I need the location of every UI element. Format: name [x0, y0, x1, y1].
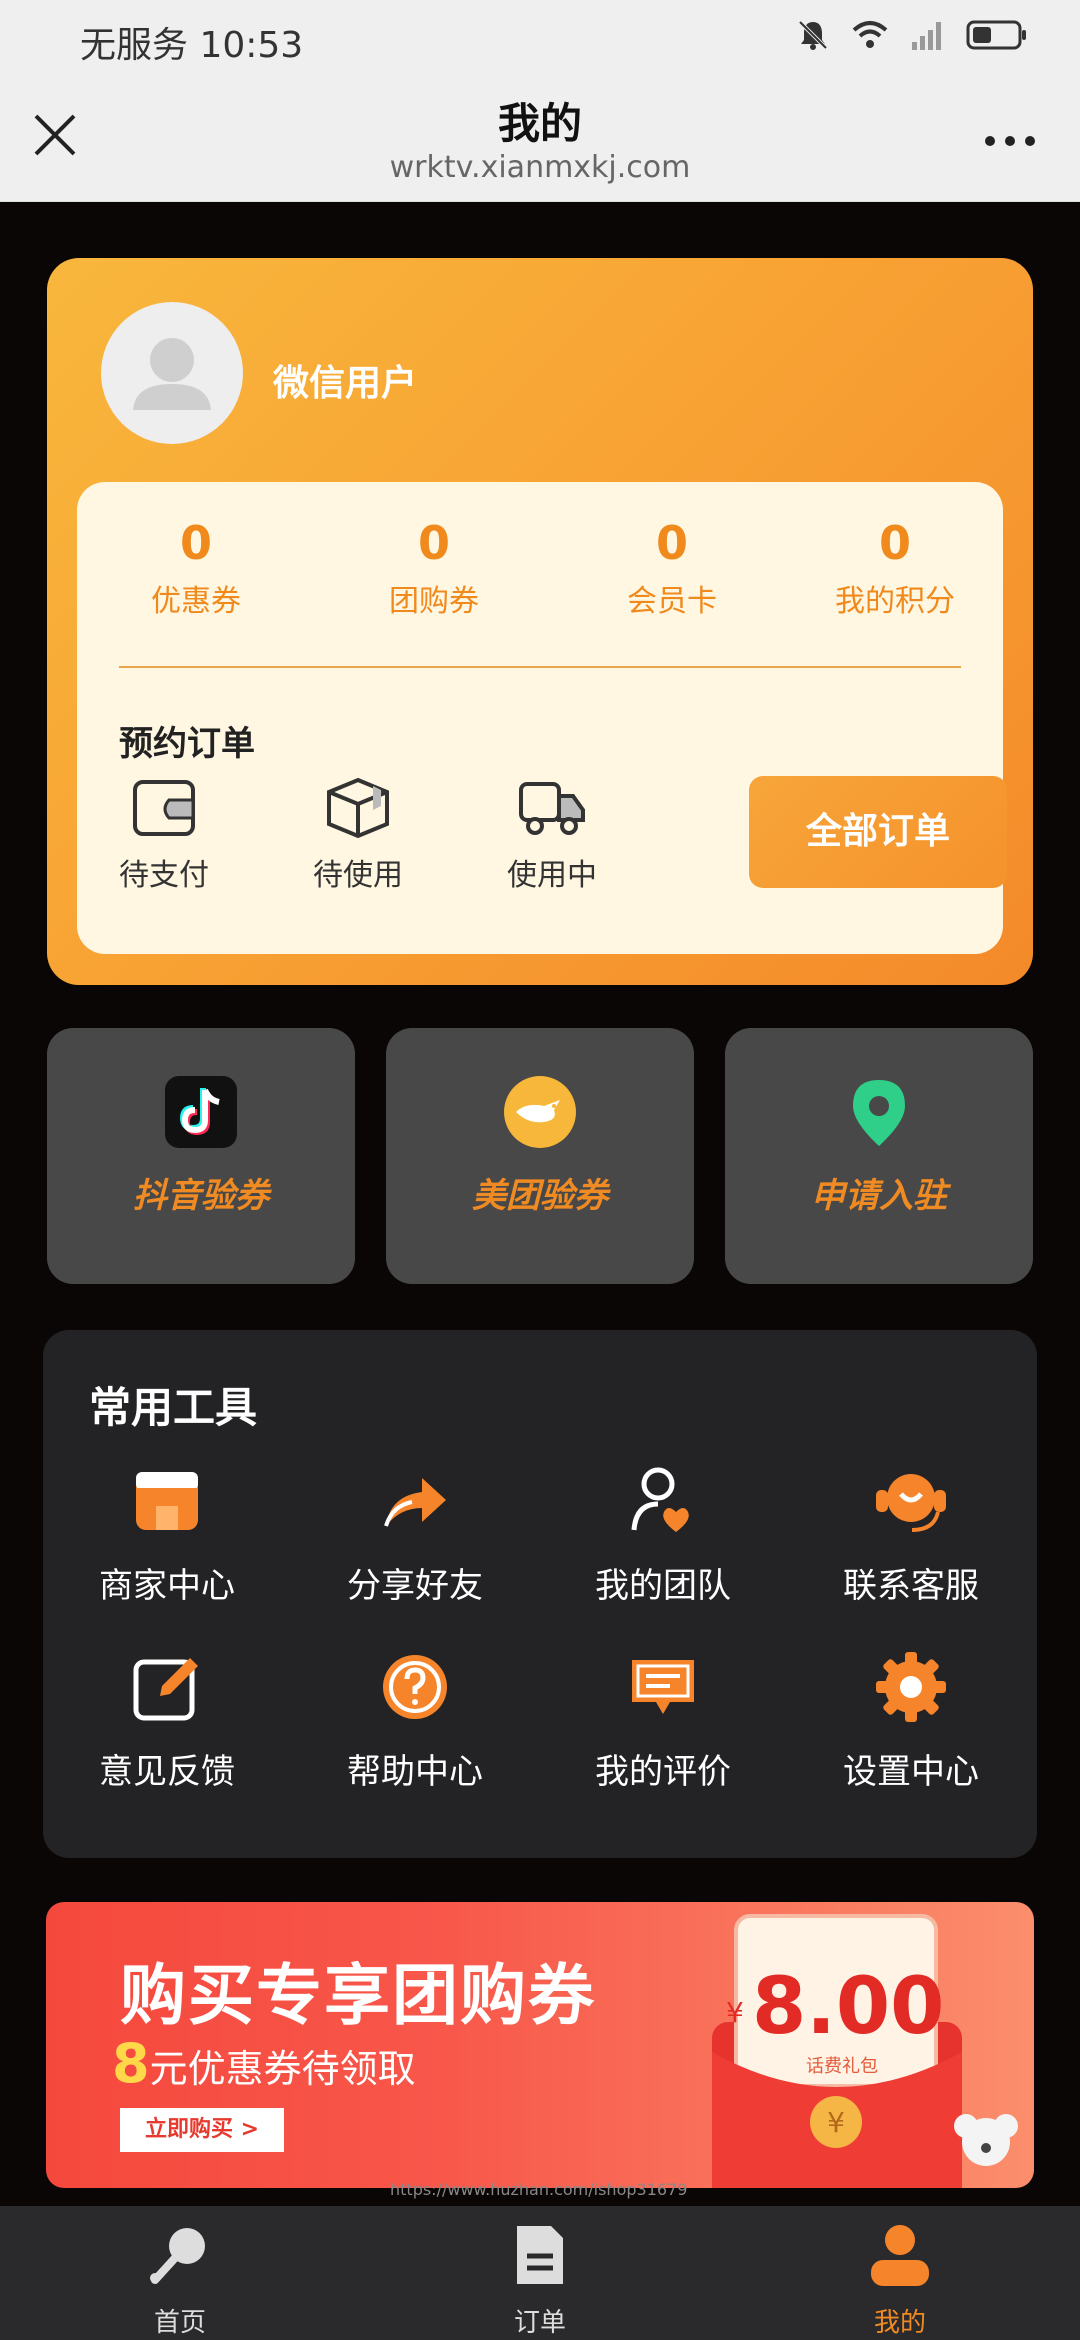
tool-settings[interactable]: 设置中心 [811, 1648, 1011, 1793]
stat-points[interactable]: 0 我的积分 [795, 516, 995, 620]
stat-value: 0 [417, 516, 450, 570]
team-icon [631, 1467, 689, 1532]
battery-icon [966, 20, 1026, 50]
common-tools-panel: 常用工具 商家中心 分享好友 我的团队 联系客服 意见反馈 帮助中心 我的评价 … [43, 1330, 1037, 1858]
tab-label: 首页 [153, 2308, 206, 2338]
tool-my-team[interactable]: 我的团队 [563, 1462, 763, 1607]
tool-label: 帮助中心 [347, 1752, 483, 1792]
box-icon [327, 777, 389, 839]
tool-share-friends[interactable]: 分享好友 [315, 1462, 515, 1607]
tab-home[interactable]: 首页 [80, 2222, 280, 2339]
banner-subtitle: 8元优惠券待领取 [112, 2032, 416, 2095]
buy-now-button[interactable]: 立即购买 > [120, 2108, 284, 2152]
feedback-icon [133, 1658, 198, 1721]
profile-card: 微信用户 0 优惠券 0 团购券 0 会员卡 0 我的积分 预约订单 待支付 待… [47, 258, 1033, 985]
stat-value: 0 [179, 516, 212, 570]
wifi-icon [852, 21, 888, 48]
shop-icon [136, 1472, 198, 1530]
meituan-icon [504, 1076, 576, 1148]
stat-label: 优惠券 [151, 584, 241, 619]
time-text: 10:53 [199, 25, 304, 66]
home-icon [150, 2228, 205, 2284]
stat-member-cards[interactable]: 0 会员卡 [577, 516, 767, 620]
comment-icon [632, 1660, 694, 1714]
more-icon[interactable] [980, 126, 1040, 156]
order-to-use[interactable]: 待使用 [283, 776, 433, 894]
mute-bell-icon [798, 20, 828, 50]
bottom-tab-bar: 首页 订单 我的 [0, 2206, 1080, 2340]
tile-label: 抖音验券 [133, 1176, 269, 1216]
tile-label: 美团验券 [472, 1176, 608, 1216]
order-label: 使用中 [507, 858, 597, 893]
tile-apply-join[interactable]: 申请入驻 [725, 1028, 1033, 1284]
status-icons [796, 18, 1028, 52]
page-title: 我的 [497, 99, 582, 148]
stat-label: 会员卡 [627, 584, 717, 619]
tab-mine[interactable]: 我的 [800, 2222, 1000, 2339]
order-in-use[interactable]: 使用中 [477, 776, 627, 894]
tools-title: 常用工具 [89, 1383, 258, 1432]
help-icon [383, 1655, 447, 1719]
tool-label: 商家中心 [99, 1566, 235, 1606]
orders-title: 预约订单 [119, 724, 255, 764]
status-bar: 无服务 10:53 [0, 0, 1080, 76]
settings-icon [876, 1652, 946, 1722]
order-label: 待使用 [313, 858, 403, 893]
tool-label: 我的团队 [595, 1566, 731, 1606]
tiktok-icon [165, 1076, 237, 1148]
stat-value: 0 [655, 516, 688, 570]
tool-my-reviews[interactable]: 我的评价 [563, 1648, 763, 1793]
stat-label: 团购券 [389, 584, 479, 619]
order-label: 待支付 [119, 858, 209, 893]
wallet-icon [133, 780, 195, 836]
carrier-text: 无服务 [80, 25, 189, 66]
banner-sub-text: 元优惠券待领取 [149, 2047, 416, 2091]
orders-icon [517, 2226, 563, 2284]
promo-banner[interactable]: 购买专享团购券 8元优惠券待领取 立即购买 > ¥ ¥ 8.00 话费礼包 [46, 1902, 1034, 2188]
location-pin-icon [853, 1080, 905, 1146]
tool-help-center[interactable]: 帮助中心 [315, 1648, 515, 1793]
tile-douyin-verify[interactable]: 抖音验券 [47, 1028, 355, 1284]
headset-icon [876, 1474, 946, 1532]
signal-icon [912, 22, 941, 50]
stat-label: 我的积分 [835, 584, 955, 619]
tool-label: 分享好友 [347, 1566, 483, 1606]
tab-label: 订单 [513, 2308, 566, 2338]
title-bar: 我的 wrktv.xianmxkj.com [0, 76, 1080, 202]
truck-icon [519, 782, 585, 835]
divider [119, 666, 961, 668]
avatar[interactable] [101, 302, 243, 444]
banner-sub-number: 8 [112, 2032, 150, 2095]
tool-label: 意见反馈 [99, 1752, 235, 1792]
order-pending-payment[interactable]: 待支付 [89, 776, 239, 894]
all-orders-button[interactable]: 全部订单 [749, 776, 1007, 888]
tool-merchant-center[interactable]: 商家中心 [67, 1462, 267, 1607]
stat-coupons[interactable]: 0 优惠券 [101, 516, 291, 620]
page-url: wrktv.xianmxkj.com [389, 150, 691, 185]
banner-title: 购买专享团购券 [120, 1957, 596, 2034]
stat-value: 0 [878, 516, 911, 570]
tool-label: 我的评价 [595, 1752, 731, 1792]
tab-orders[interactable]: 订单 [440, 2222, 640, 2339]
svg-text:¥: ¥ [827, 2106, 845, 2139]
tile-label: 申请入驻 [811, 1176, 947, 1216]
user-placeholder-icon [133, 338, 211, 410]
tool-contact-service[interactable]: 联系客服 [811, 1462, 1011, 1607]
watermark: https://www.huzhan.com/ishop31679 [390, 2180, 688, 2199]
coupon-currency: ¥ [726, 1996, 744, 2029]
profile-icon [871, 2225, 929, 2286]
stat-group-coupons[interactable]: 0 团购券 [339, 516, 529, 620]
share-icon [384, 1478, 446, 1527]
tool-label: 联系客服 [843, 1566, 979, 1606]
coupon-amount: 8.00 [752, 1962, 945, 2052]
tool-label: 设置中心 [843, 1752, 979, 1792]
status-left: 无服务 10:53 [80, 16, 303, 68]
tool-feedback[interactable]: 意见反馈 [67, 1648, 267, 1793]
account-summary-card: 0 优惠券 0 团购券 0 会员卡 0 我的积分 预约订单 待支付 待使用 使用… [77, 482, 1007, 954]
tab-label: 我的 [873, 2308, 926, 2338]
tile-meituan-verify[interactable]: 美团验券 [386, 1028, 694, 1284]
coupon-note: 话费礼包 [806, 2056, 878, 2077]
username[interactable]: 微信用户 [273, 354, 417, 406]
